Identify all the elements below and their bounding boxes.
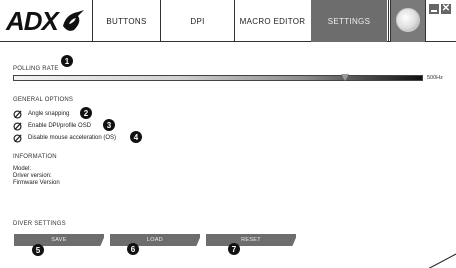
check-circle-icon bbox=[13, 109, 22, 119]
tab-macro-editor[interactable]: MACRO EDITOR bbox=[234, 0, 310, 42]
slider-thumb[interactable] bbox=[341, 74, 350, 81]
reset-button[interactable]: RESET bbox=[206, 234, 296, 246]
polling-rate-slider[interactable] bbox=[13, 75, 423, 81]
polling-rate-value: 500Hz bbox=[427, 75, 443, 81]
load-button[interactable]: LOAD bbox=[110, 234, 200, 246]
option-label: Enable DPI/profile OSD bbox=[28, 123, 92, 129]
close-icon: ✕ bbox=[441, 3, 451, 14]
top-bar: ADX BUTTONS DPI MACRO EDITOR SETTINGS ✕ bbox=[0, 0, 456, 42]
general-options-label: GENERAL OPTIONS bbox=[13, 97, 74, 103]
polling-rate-label: POLLING RATE bbox=[13, 66, 59, 72]
save-button[interactable]: SAVE bbox=[14, 234, 104, 246]
logo-text: ADX bbox=[6, 5, 59, 36]
tab-dpi[interactable]: DPI bbox=[160, 0, 234, 42]
option-label: Angle snapping bbox=[28, 111, 70, 117]
badge-5: 5 bbox=[32, 244, 44, 256]
adx-logo: ADX bbox=[6, 3, 90, 39]
badge-6: 6 bbox=[127, 243, 139, 255]
check-circle-icon bbox=[13, 133, 22, 143]
tab-buttons[interactable]: BUTTONS bbox=[92, 0, 160, 42]
option-enable-osd[interactable]: Enable DPI/profile OSD bbox=[13, 120, 91, 132]
badge-7: 7 bbox=[228, 243, 240, 255]
badge-1: 1 bbox=[61, 55, 73, 67]
badge-2: 2 bbox=[80, 107, 92, 119]
corner-decoration bbox=[428, 253, 456, 268]
profile-selector[interactable] bbox=[390, 0, 426, 42]
info-driver-version: Driver version: bbox=[13, 173, 52, 179]
tab-divider bbox=[388, 0, 389, 42]
option-disable-acceleration[interactable]: Disable mouse acceleration (OS) bbox=[13, 132, 116, 144]
check-circle-icon bbox=[13, 121, 22, 131]
badge-3: 3 bbox=[103, 119, 115, 131]
minimize-button[interactable] bbox=[429, 4, 439, 14]
info-firmware-version: Firmware Version bbox=[13, 180, 60, 186]
information-label: INFORMATION bbox=[13, 154, 57, 160]
info-model: Model: bbox=[13, 166, 32, 172]
option-label: Disable mouse acceleration (OS) bbox=[28, 135, 117, 141]
adx-logo-mark-icon bbox=[62, 10, 84, 31]
badge-4: 4 bbox=[130, 131, 142, 143]
driver-settings-label: DIVER SETTINGS bbox=[13, 221, 66, 227]
tab-settings[interactable]: SETTINGS bbox=[311, 0, 387, 42]
close-button[interactable]: ✕ bbox=[441, 4, 451, 14]
option-angle-snapping[interactable]: Angle snapping bbox=[13, 108, 69, 120]
profile-disc-icon bbox=[396, 8, 420, 32]
